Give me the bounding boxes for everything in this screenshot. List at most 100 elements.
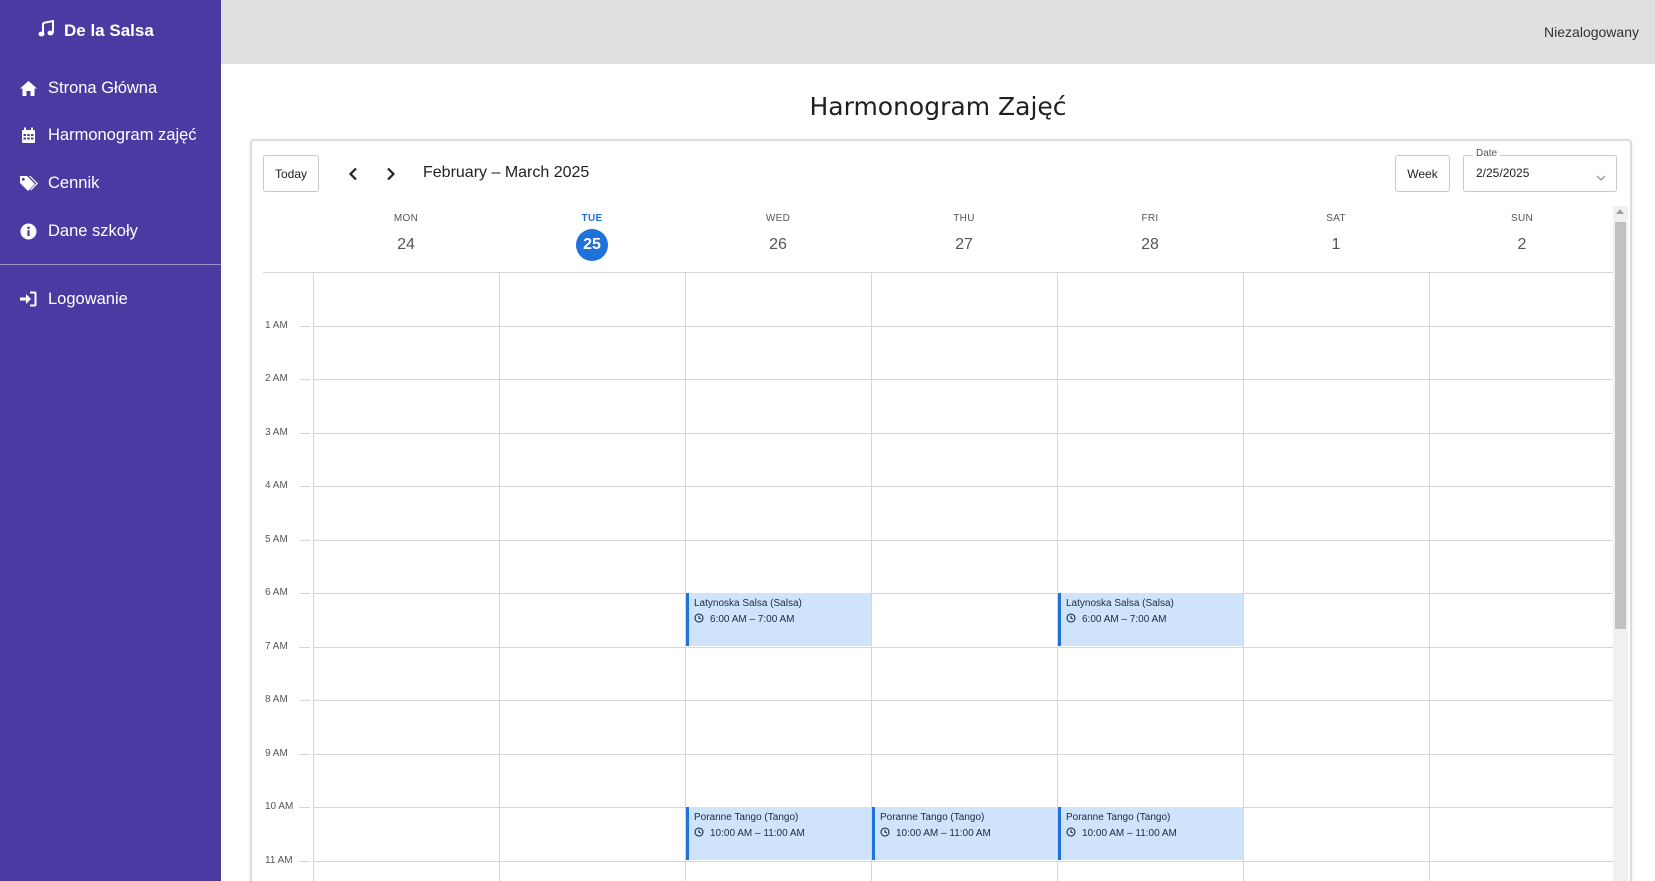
calendar-event[interactable]: Poranne Tango (Tango) 10:00 AM – 11:00 AM [872,807,1057,860]
event-time: 10:00 AM – 11:00 AM [710,828,805,839]
top-bar: Niezalogowany [221,0,1655,64]
day-name: MON [393,213,419,224]
chevron-right-icon [387,167,396,181]
grid-hour-line [313,486,1613,487]
day-header-tue[interactable]: TUE 25 [499,213,685,261]
calendar-event[interactable]: Poranne Tango (Tango) 10:00 AM – 11:00 AM [1058,807,1243,860]
date-range-title: February – March 2025 [423,164,590,181]
grid-hour-line [313,754,1613,755]
sidebar-divider [0,264,221,265]
day-header-sat[interactable]: SAT 1 [1243,213,1429,261]
clock-icon [1066,613,1076,626]
hour-label: 4 AM [265,480,288,491]
brand-name: De la Salsa [64,21,154,40]
event-time: 10:00 AM – 11:00 AM [1082,828,1177,839]
day-header-wed[interactable]: WED 26 [685,213,871,261]
day-name: TUE [581,213,603,224]
clock-icon [694,827,704,840]
grid-hour-tick [299,700,310,701]
date-picker-value: 2/25/2025 [1476,166,1530,180]
clock-icon [1066,827,1076,840]
event-time-row: 6:00 AM – 7:00 AM [1066,613,1243,626]
day-header-mon[interactable]: MON 24 [313,213,499,261]
view-switcher-button[interactable]: Week [1395,155,1450,192]
next-week-button[interactable] [381,164,401,184]
grid-hour-tick [299,647,310,648]
previous-week-button[interactable] [343,164,363,184]
event-time: 6:00 AM – 7:00 AM [1082,614,1167,625]
day-number: 2 [1517,236,1527,253]
day-number: 25 [576,229,608,261]
grid-hour-line [313,433,1613,434]
sidebar-item-label: Cennik [48,173,100,192]
event-title: Poranne Tango (Tango) [694,812,799,823]
grid-column-line [871,272,872,881]
event-time-row: 10:00 AM – 11:00 AM [1066,827,1243,840]
brand[interactable]: De la Salsa [38,18,154,44]
grid-hour-line [313,647,1613,648]
sidebar-item-school-info[interactable]: Dane szkoły [18,216,138,246]
event-time-row: 10:00 AM – 11:00 AM [694,827,871,840]
date-picker-label: Date [1473,148,1501,159]
sidebar-item-label: Harmonogram zajęć [48,125,197,144]
hour-label: 8 AM [265,694,288,705]
grid-column-line [1057,272,1058,881]
event-time-row: 6:00 AM – 7:00 AM [694,613,871,626]
sidebar-item-home[interactable]: Strona Główna [18,73,157,103]
sidebar: De la Salsa Strona Główna Harmonogram za… [0,0,221,881]
sidebar-item-login[interactable]: Logowanie [18,284,128,314]
week-grid: 1 AM 2 AM 3 AM 4 AM 5 AM 6 AM 7 AM 8 AM 9 AM 10 A… [263,272,1613,881]
grid-hour-line [313,700,1613,701]
day-header-thu[interactable]: THU 27 [871,213,1057,261]
grid-hour-line [313,593,1613,594]
grid-hour-tick [299,807,310,808]
hour-label: 1 AM [265,320,288,331]
sidebar-item-schedule[interactable]: Harmonogram zajęć [18,120,197,150]
grid-hour-line [313,540,1613,541]
info-icon [18,221,38,241]
event-title: Latynoska Salsa (Salsa) [694,598,802,609]
day-number: 27 [955,236,973,253]
day-header-fri[interactable]: FRI 28 [1057,213,1243,261]
scrollbar[interactable] [1613,206,1628,881]
day-number: 24 [397,236,415,253]
grid-column-line [1243,272,1244,881]
clock-icon [694,613,704,626]
clock-icon [880,827,890,840]
today-button[interactable]: Today [263,155,319,192]
event-title: Poranne Tango (Tango) [880,812,985,823]
hour-label: 3 AM [265,427,288,438]
day-name: WED [765,213,791,224]
scrollbar-thumb[interactable] [1615,222,1626,629]
sidebar-item-label: Strona Główna [48,78,158,97]
hour-label: 9 AM [265,748,288,759]
calendar-event[interactable]: Poranne Tango (Tango) 10:00 AM – 11:00 AM [686,807,871,860]
tags-icon [18,173,38,193]
date-picker-field[interactable]: 2/25/2025 [1463,155,1617,192]
day-name: SUN [1510,213,1533,224]
grid-hour-tick [299,379,310,380]
grid-column-line [499,272,500,881]
calendar-event[interactable]: Latynoska Salsa (Salsa) 6:00 AM – 7:00 AM [686,593,871,646]
calendar-icon [18,125,38,145]
chevron-left-icon [348,167,357,181]
grid-hour-line [313,326,1613,327]
hour-label: 6 AM [265,587,288,598]
day-number: 1 [1331,236,1341,253]
day-name: THU [953,213,975,224]
hour-label: 5 AM [265,534,288,545]
calendar-event[interactable]: Latynoska Salsa (Salsa) 6:00 AM – 7:00 AM [1058,593,1243,646]
grid-hour-line [313,861,1613,862]
event-time: 10:00 AM – 11:00 AM [896,828,991,839]
event-title: Latynoska Salsa (Salsa) [1066,598,1174,609]
chevron-down-icon[interactable] [1596,169,1606,187]
grid-column-line [1429,272,1430,881]
day-header-sun[interactable]: SUN 2 [1429,213,1615,261]
grid-hour-tick [299,754,310,755]
grid-column-line [313,272,314,881]
grid-hour-tick [299,593,310,594]
scroll-up-arrow[interactable] [1616,209,1624,214]
sidebar-item-pricing[interactable]: Cennik [18,168,99,198]
day-number: 28 [1141,236,1159,253]
grid-hour-tick [299,326,310,327]
